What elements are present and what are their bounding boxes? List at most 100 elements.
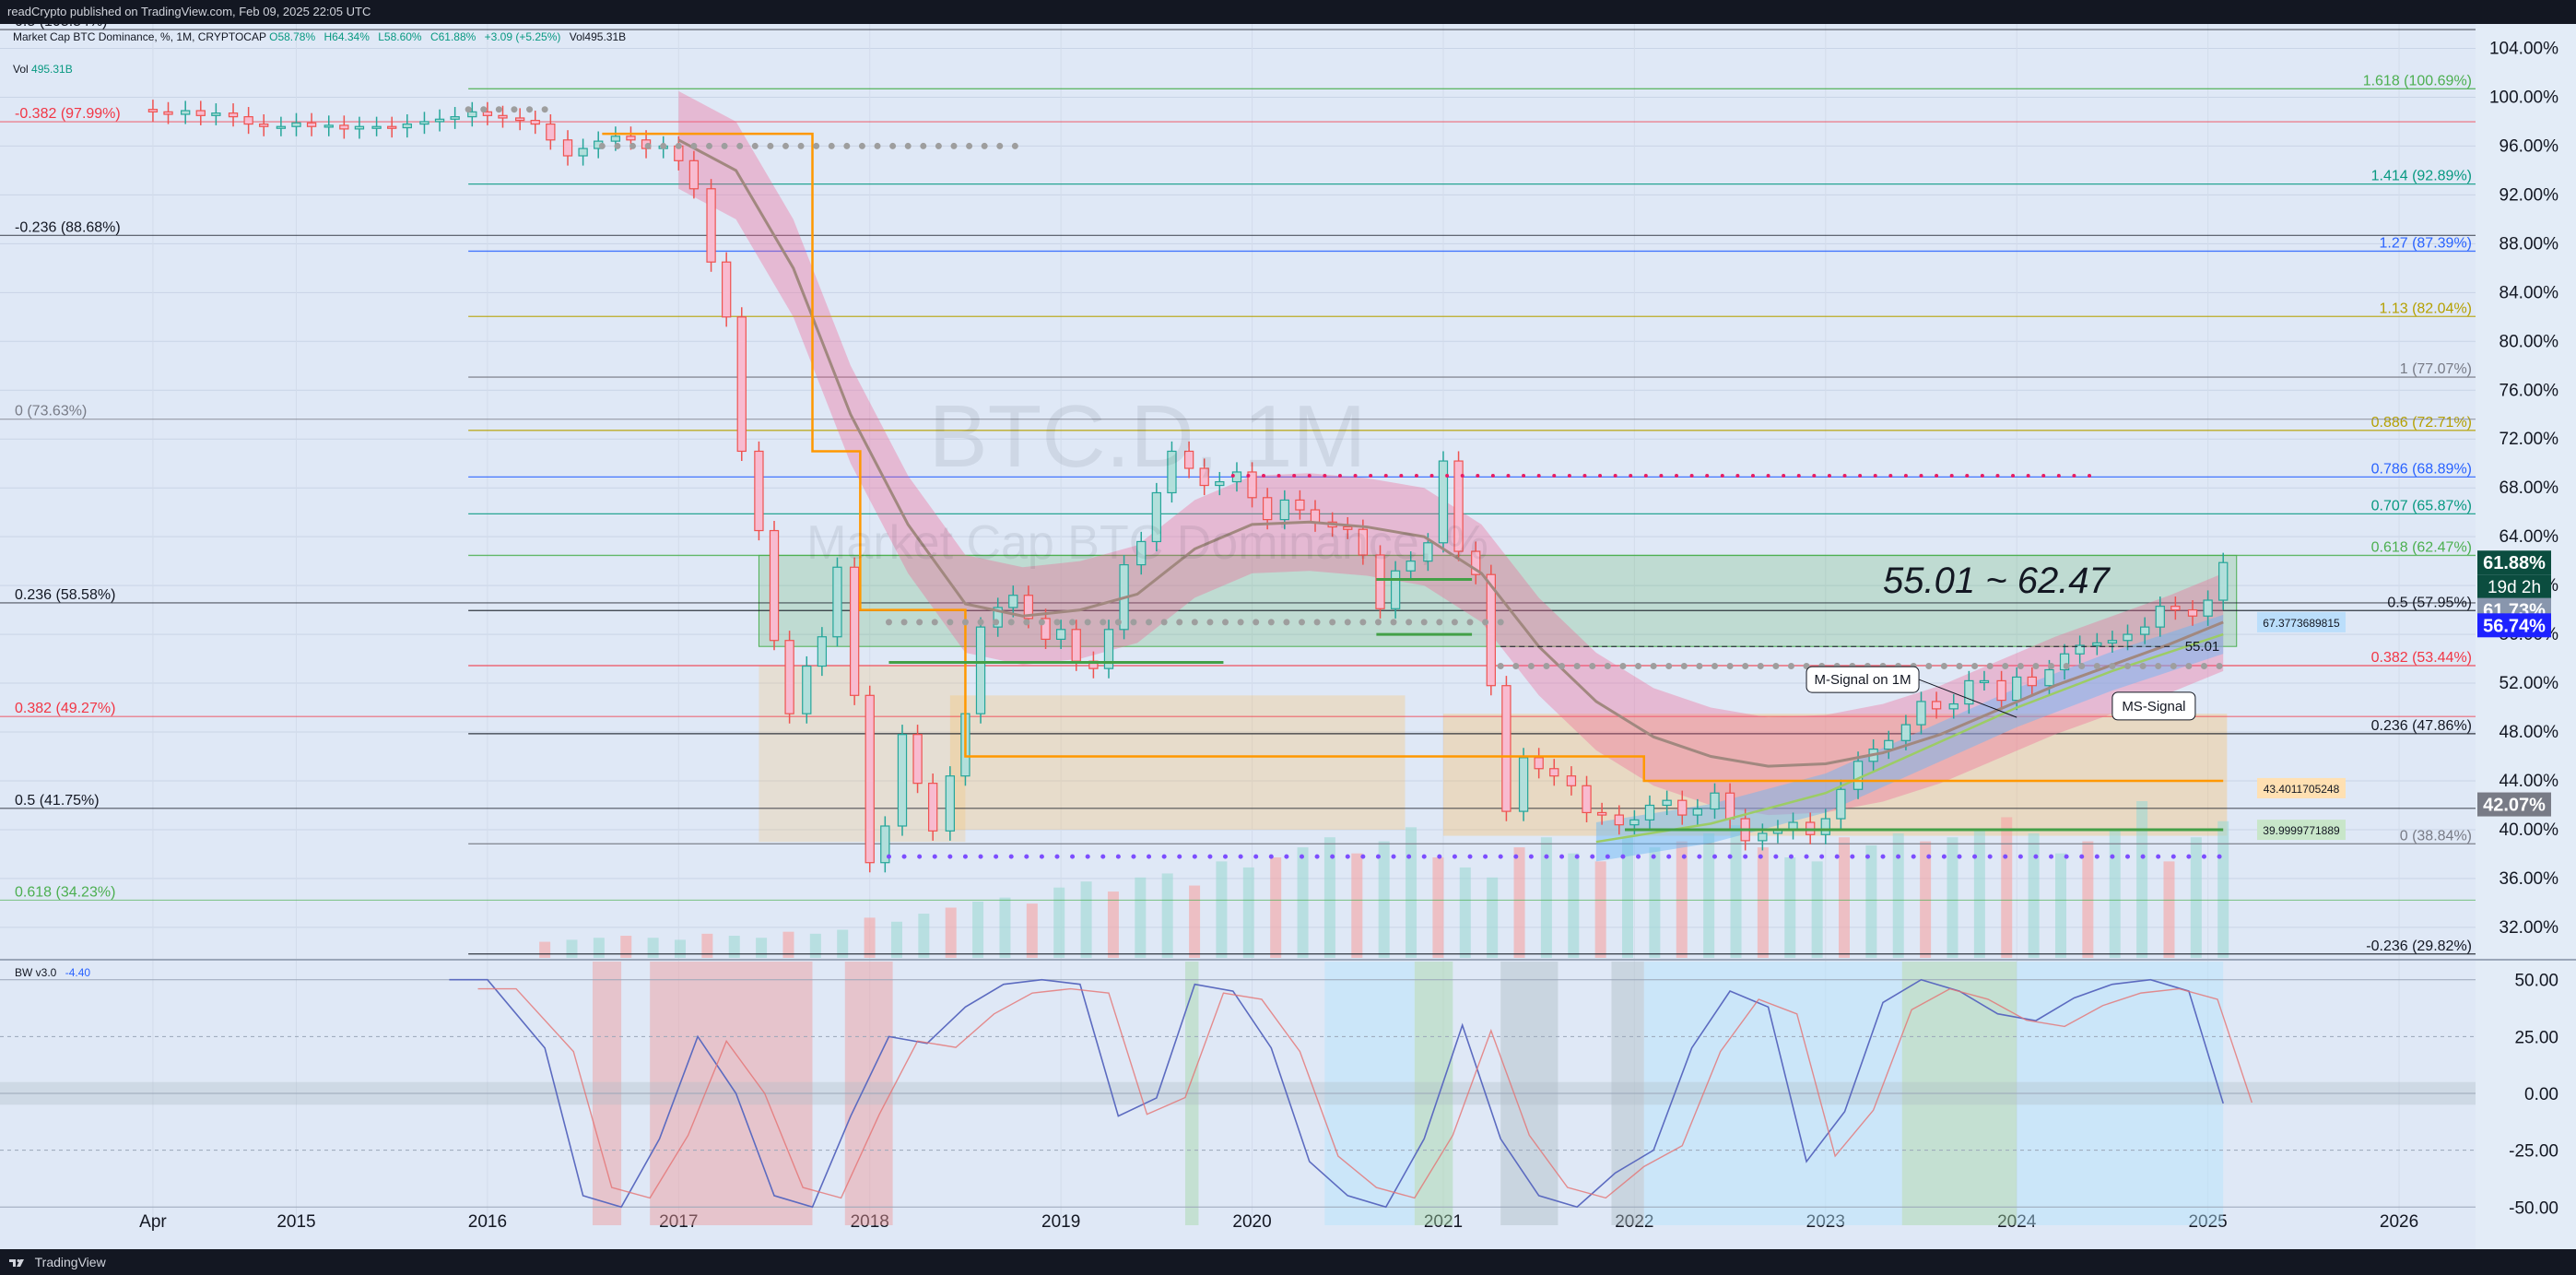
low-value: L58.60% [378,30,422,43]
volume-bar [1811,861,1823,958]
gray-dot [1497,619,1504,626]
candle-body [2140,626,2150,635]
magenta-dot [1965,473,1970,478]
gray-dot [2216,663,2223,670]
gray-dot [1635,663,1642,670]
gray-dot [2078,663,2086,670]
purple-dot [1957,854,1962,859]
gray-dot [1160,619,1168,626]
candle-body [1518,757,1529,812]
candle-body [434,118,445,123]
volume-bar [756,938,768,958]
candle-body [578,148,588,157]
candle-body [2107,640,2118,643]
volume-bar [2109,829,2121,958]
candle-body [419,121,429,125]
y-tick-label: 80.00% [2500,332,2559,351]
magenta-dot [1369,473,1373,478]
candle-body [276,125,287,129]
candle-body [371,125,382,129]
purple-dot [1544,854,1549,859]
countdown-badge: 19d 2h [2488,578,2541,597]
candle-body [1758,832,1768,842]
gray-dot [1191,619,1198,626]
close-value: C61.88% [429,30,476,43]
volume-label[interactable]: Vol [13,63,29,76]
y-tick-label: 32.00% [2500,918,2559,938]
candle-body [546,123,556,141]
purple-dot [1987,854,1993,859]
magenta-dot [1812,473,1817,478]
gray-dot [690,142,698,149]
purple-dot [1651,854,1656,859]
gray-dot [629,142,637,149]
candle-body [387,125,397,129]
indicator-legend[interactable]: BW v3.0 -4.40 [15,966,90,979]
candle-body [291,122,301,127]
change-value: +3.09 (+5.25%) [484,30,561,43]
fib-label-left: 0.382 (49.27%) [15,701,115,716]
fib-label-left: -0.236 (88.68%) [15,219,121,235]
gray-dot [813,142,820,149]
gray-dot [977,619,984,626]
y-tick-label: 36.00% [2500,869,2559,889]
purple-dot [1804,854,1809,859]
candle-body [1916,701,1926,726]
gray-dot [1956,663,1963,670]
x-tick-label: Apr [139,1212,167,1232]
gray-dot [2124,663,2132,670]
fib-label-left: 0.5 (41.75%) [15,793,100,809]
candle-body [975,626,986,714]
gray-dot [1084,619,1091,626]
publisher-text: readCrypto published on TradingView.com,… [7,5,371,18]
gray-dot [2185,663,2193,670]
magenta-dot [1935,473,1939,478]
indicator-tick-label: -25.00 [2509,1142,2558,1162]
candle-body [1055,629,1066,640]
purple-dot [1711,854,1717,859]
symbol-line[interactable]: Market Cap BTC Dominance, %, 1M, CRYPTOC… [13,30,266,43]
gray-dot [1176,619,1183,626]
candle-body [147,109,159,112]
footer-brand[interactable]: TradingView [35,1255,106,1269]
magenta-dot [1949,473,1954,478]
candle-body [1820,818,1830,835]
gray-dot [1527,663,1535,670]
gray-dot [2139,663,2147,670]
volume-bar [2054,853,2066,958]
purple-dot [1268,854,1274,859]
gray-dot [843,142,851,149]
magenta-dot [1598,473,1603,478]
gray-dot [885,619,892,626]
candle-body [306,122,317,127]
purple-dot [1008,854,1014,859]
fib-label-left: 0.618 (34.23%) [15,884,115,900]
gray-dot [541,106,548,113]
volume-bar [1270,857,1282,958]
gray-dot [947,619,954,626]
magenta-dot [1552,473,1557,478]
gray-dot [751,142,759,149]
price-chart[interactable]: 1.618 (100.69%) 1.414 (92.89%) 1.27 (87.39… [0,24,2576,1249]
indicator-tick-label: 50.00 [2514,972,2558,991]
gray-dot [1007,619,1015,626]
magenta-dot [1858,473,1863,478]
volume-bar [539,941,551,958]
gray-dot [644,142,652,149]
fib-label-right: 1 (77.07%) [2400,361,2472,377]
volume-bar [1026,903,1038,958]
candle-body [928,783,938,832]
gray-dot [1011,142,1018,149]
candle-body [706,188,716,263]
magenta-dot [1582,473,1587,478]
gray-dot [675,142,682,149]
candle-body [817,636,828,667]
y-tick-label: 52.00% [2500,674,2559,693]
purple-dot [1788,854,1794,859]
magenta-dot [1536,473,1541,478]
y-tick-label: 76.00% [2500,381,2559,400]
volume-bar [890,921,902,958]
magenta-dot [1827,473,1831,478]
purple-dot [1896,854,1901,859]
range-annotation: 55.01 ~ 62.47 [1883,561,2111,601]
